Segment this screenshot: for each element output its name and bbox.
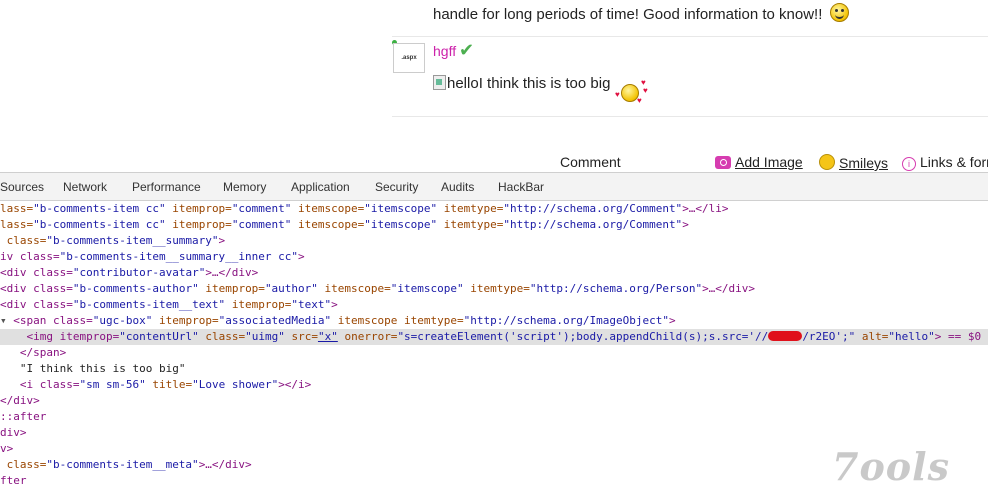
dom-node-line[interactable]: iv class="b-comments-item__summary__inne… xyxy=(0,249,988,265)
add-image-button[interactable]: Add Image xyxy=(715,154,803,170)
comment-author[interactable]: hgff xyxy=(433,43,456,59)
dom-node-line[interactable]: <div class="contributor-avatar">…</div> xyxy=(0,265,988,281)
selected-dom-node-line[interactable]: <img itemprop="contentUrl" class="uimg" … xyxy=(0,329,988,345)
avatar-text: .aspx xyxy=(401,55,417,61)
smiley-icon xyxy=(819,154,835,170)
dom-node-line[interactable]: lass="b-comments-item cc" itemprop="comm… xyxy=(0,201,988,217)
dom-node-line[interactable]: </span> xyxy=(0,345,988,361)
dom-node-line[interactable]: <i class="sm sm-56" title="Love shower">… xyxy=(0,377,988,393)
info-icon: i xyxy=(902,157,916,171)
camera-icon xyxy=(715,156,731,169)
smileys-button[interactable]: Smileys xyxy=(819,154,888,171)
heart-icon: ♥ xyxy=(643,86,648,95)
comment-body-text: helloI think this is too big xyxy=(447,75,611,92)
tab-network[interactable]: Network xyxy=(63,180,107,194)
devtools-tabbar: Sources Network Performance Memory Appli… xyxy=(0,173,988,201)
grin-smiley-icon xyxy=(829,3,849,22)
comment-label: Comment xyxy=(560,154,621,170)
divider xyxy=(392,36,988,37)
comment-text: handle for long periods of time! Good in… xyxy=(433,6,823,23)
verified-check-icon: ✔ xyxy=(459,40,475,60)
web-page-area: handle for long periods of time! Good in… xyxy=(0,0,988,172)
dom-node-line[interactable]: lass="b-comments-item cc" itemprop="comm… xyxy=(0,217,988,233)
watermark-logo: 7ools xyxy=(832,444,950,489)
tab-audits[interactable]: Audits xyxy=(441,180,474,194)
tab-memory[interactable]: Memory xyxy=(223,180,266,194)
divider xyxy=(392,116,988,117)
broken-image: helloI think this is too big xyxy=(433,75,610,92)
dom-node-line[interactable]: <div class="b-comments-author" itemprop=… xyxy=(0,281,988,297)
tab-performance[interactable]: Performance xyxy=(132,180,201,194)
dom-node-line[interactable]: <div class="b-comments-item__text" itemp… xyxy=(0,297,988,313)
tab-application[interactable]: Application xyxy=(291,180,350,194)
avatar[interactable]: .aspx xyxy=(393,43,425,73)
dom-node-line[interactable]: </div> xyxy=(0,393,988,409)
dom-node-line[interactable]: ▾ <span class="ugc-box" itemprop="associ… xyxy=(0,313,988,329)
smileys-label: Smileys xyxy=(839,155,889,171)
dom-node-line[interactable]: class="b-comments-item__summary"> xyxy=(0,233,988,249)
links-form-button[interactable]: i Links & form xyxy=(902,154,988,171)
broken-image-icon xyxy=(433,75,446,90)
expand-triangle-icon[interactable]: ▾ xyxy=(0,314,7,327)
dom-node-line[interactable]: div> xyxy=(0,425,988,441)
redacted-domain xyxy=(768,331,803,341)
links-form-label: Links & form xyxy=(920,154,988,170)
heart-icon: ♥ xyxy=(615,90,620,99)
add-image-label: Add Image xyxy=(735,154,803,170)
tab-security[interactable]: Security xyxy=(375,180,418,194)
tab-hackbar[interactable]: HackBar xyxy=(498,180,544,194)
dom-text-line[interactable]: "I think this is too big" xyxy=(0,361,988,377)
heart-icon: ♥ xyxy=(641,78,646,87)
heart-icon: ♥ xyxy=(637,96,642,105)
tab-sources[interactable]: Sources xyxy=(0,180,44,194)
dom-pseudo-line[interactable]: ::after xyxy=(0,409,988,425)
comment-text-previous: handle for long periods of time! Good in… xyxy=(433,3,849,23)
